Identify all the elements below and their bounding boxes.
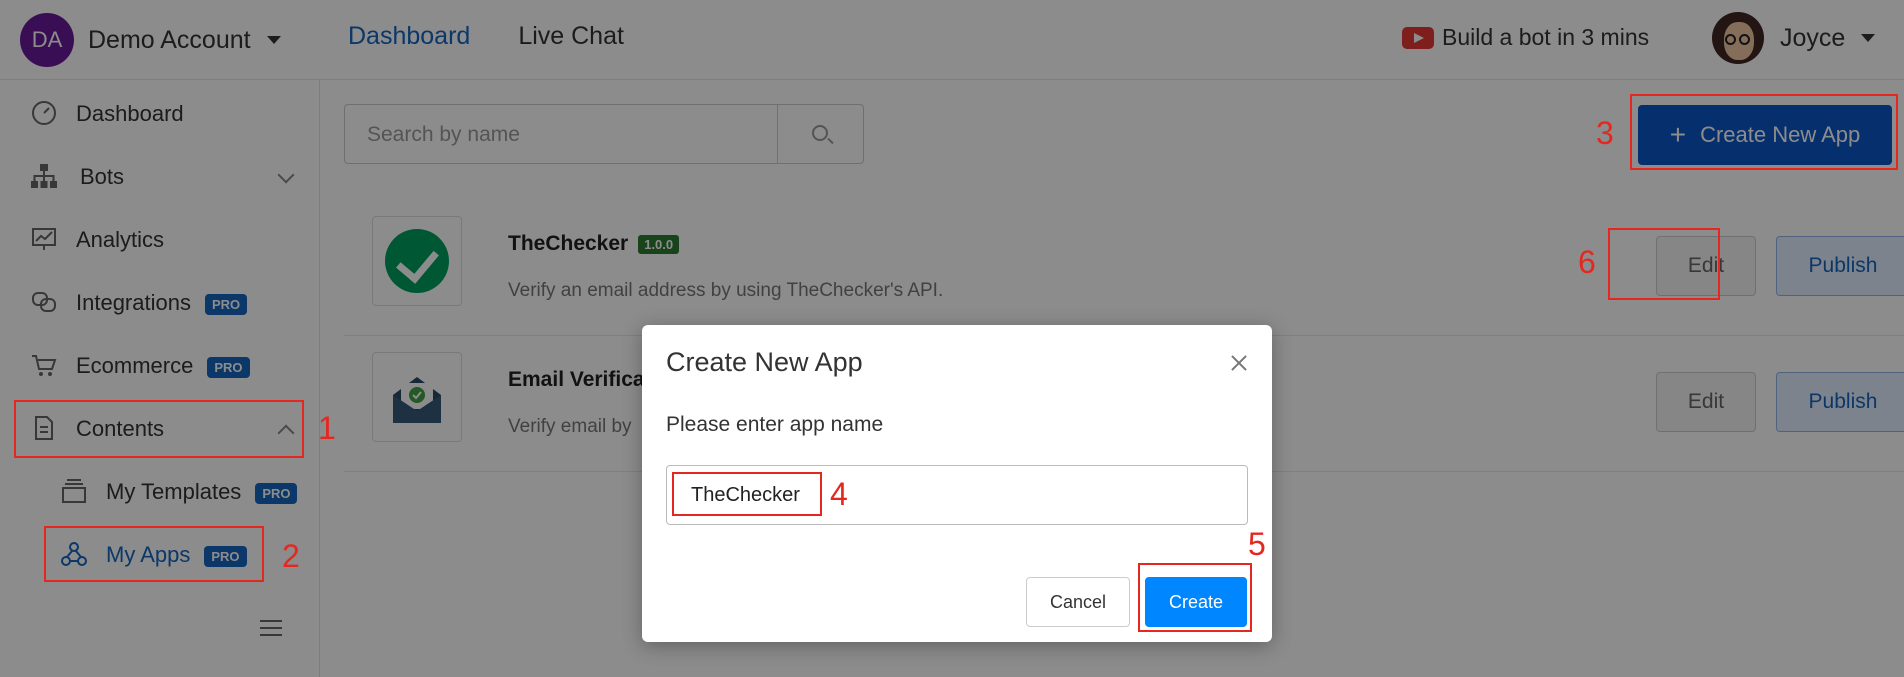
annotation-number: 1 bbox=[318, 410, 336, 446]
annotation-number: 2 bbox=[282, 538, 300, 574]
annotation-number: 3 bbox=[1596, 115, 1614, 151]
cancel-button[interactable]: Cancel bbox=[1026, 577, 1130, 627]
annotation-box bbox=[14, 400, 304, 458]
annotation-box bbox=[672, 472, 822, 516]
annotation-box bbox=[1138, 563, 1252, 632]
annotation-box bbox=[44, 526, 264, 582]
annotation-box bbox=[1608, 228, 1720, 300]
annotation-number: 5 bbox=[1248, 526, 1266, 562]
dialog-title: Create New App bbox=[666, 347, 863, 377]
dialog-prompt: Please enter app name bbox=[666, 413, 884, 436]
annotation-number: 6 bbox=[1578, 244, 1596, 280]
close-icon[interactable] bbox=[1226, 351, 1252, 377]
annotation-box bbox=[1630, 94, 1898, 170]
annotation-number: 4 bbox=[830, 476, 848, 512]
